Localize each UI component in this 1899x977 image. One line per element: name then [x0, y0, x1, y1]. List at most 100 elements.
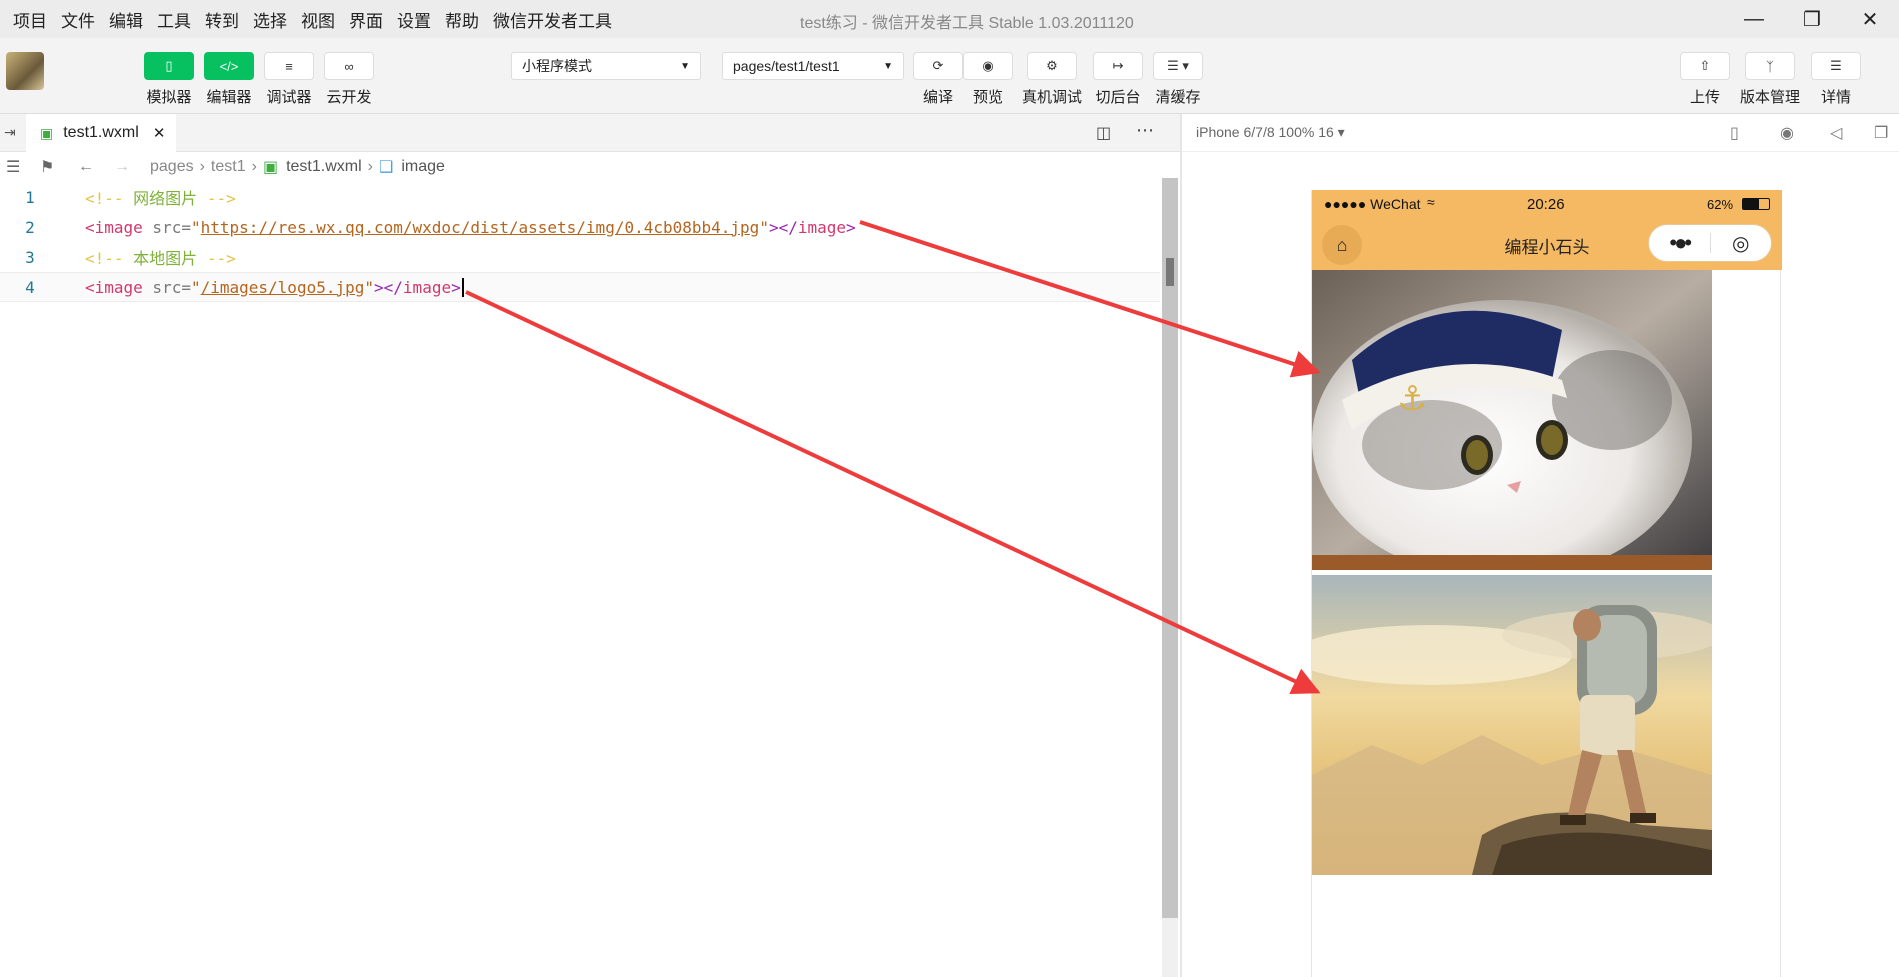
local-image: [1312, 575, 1712, 875]
editor-scrollbar-thumb[interactable]: [1162, 178, 1178, 918]
menu-item-5[interactable]: 选择: [246, 7, 294, 32]
menu-item-2[interactable]: 编辑: [102, 7, 150, 32]
carrier: ●●●●● WeChat: [1324, 196, 1421, 212]
menu-item-3[interactable]: 工具: [150, 7, 198, 32]
close-icon[interactable]: ✕: [1841, 0, 1899, 38]
svg-text:⚓: ⚓: [1397, 379, 1427, 419]
url-local: /images/logo5.jpg: [200, 277, 365, 297]
preview-button[interactable]: ◉ 预览: [962, 52, 1014, 107]
eye-icon: ◉: [963, 52, 1013, 80]
chevron-right-icon: ›: [367, 158, 373, 175]
phone-icon: ▯: [144, 52, 194, 80]
back-icon[interactable]: ←: [78, 158, 114, 176]
cloud-button[interactable]: ∞ 云开发: [323, 52, 375, 107]
outline-icon[interactable]: ☰: [0, 157, 40, 177]
menu-list: 项目 文件 编辑 工具 转到 选择 视图 界面 设置 帮助 微信开发者工具: [0, 7, 619, 32]
window-controls: — ❐ ✕: [1725, 0, 1899, 38]
upload-button[interactable]: ⇧ 上传: [1679, 52, 1731, 107]
nav-bar: ⌂ 编程小石头 •●• ◎: [1312, 218, 1782, 270]
details-button[interactable]: ☰ 详情: [1810, 52, 1862, 107]
menu-item-7[interactable]: 界面: [342, 7, 390, 32]
wifi-icon: ≈: [1427, 194, 1435, 210]
capsule-menu: •●• ◎: [1648, 224, 1772, 262]
version-button[interactable]: ᛉ 版本管理: [1740, 52, 1800, 107]
upload-icon: ⇧: [1680, 52, 1730, 80]
forward-icon[interactable]: →: [114, 158, 150, 176]
close-tab-icon[interactable]: ✕: [153, 124, 166, 142]
popout-icon[interactable]: ❐: [1874, 123, 1888, 143]
dropdown-icon: ▼: [680, 60, 690, 72]
simulator-header: iPhone 6/7/8 100% 16 ▾ ▯ ◉ ◁ ❐: [1182, 114, 1899, 152]
split-editor-icon[interactable]: ◫: [1096, 123, 1111, 143]
real-debug-button[interactable]: ⚙ 真机调试: [1022, 52, 1082, 107]
window-title: test练习 - 微信开发者工具 Stable 1.03.2011120: [800, 15, 1134, 32]
editor-button[interactable]: </> 编辑器: [203, 52, 255, 107]
clear-cache-button[interactable]: ☰ ▾ 清缓存: [1152, 52, 1204, 107]
menu-item-4[interactable]: 转到: [198, 7, 246, 32]
clock: 20:26: [1527, 196, 1565, 213]
cloud-icon: ∞: [324, 52, 374, 80]
collapse-icon[interactable]: ⇥: [4, 124, 16, 141]
comment: <!-- 网络图片 -->: [85, 189, 236, 208]
remote-image: ⚓: [1312, 270, 1712, 570]
close-circle-icon[interactable]: ◎: [1711, 231, 1772, 256]
volume-icon[interactable]: ◁: [1830, 123, 1842, 143]
breadcrumb-image[interactable]: image: [401, 158, 445, 176]
menu-item-6[interactable]: 视图: [294, 7, 342, 32]
chevron-right-icon: ›: [251, 158, 257, 175]
mode-select[interactable]: 小程序模式 ▼: [511, 52, 701, 80]
background-button[interactable]: ↦ 切后台: [1092, 52, 1144, 107]
phone-icon[interactable]: ▯: [1730, 123, 1739, 143]
image-tag-remote: <image src="https://res.wx.qq.com/wxdoc/…: [85, 217, 856, 237]
menu-item-9[interactable]: 帮助: [438, 7, 486, 32]
record-icon[interactable]: ◉: [1780, 123, 1794, 143]
url-remote: https://res.wx.qq.com/wxdoc/dist/assets/…: [200, 217, 760, 237]
compile-button[interactable]: ⟳ 编译: [912, 52, 964, 107]
menu-bar: 项目 文件 编辑 工具 转到 选择 视图 界面 设置 帮助 微信开发者工具 test练习 - 微信开…: [0, 0, 1899, 38]
comment: <!-- 本地图片 -->: [85, 249, 236, 268]
scroll-position-marker: [1166, 258, 1174, 286]
maximize-icon[interactable]: ❐: [1783, 0, 1841, 38]
cube-icon: ❑: [378, 159, 394, 176]
menu-item-8[interactable]: 设置: [390, 7, 438, 32]
battery-level: 62%: [1707, 197, 1734, 212]
status-bar: ●●●●● WeChat ≈ 20:26 62%: [1312, 190, 1782, 218]
breadcrumb-test1[interactable]: test1: [211, 158, 246, 176]
dropdown-icon: ▼: [883, 60, 893, 72]
bug-icon: ⚙: [1027, 52, 1077, 80]
device-select[interactable]: iPhone 6/7/8 100% 16 ▾: [1196, 124, 1345, 141]
phone-screen: ●●●●● WeChat ≈ 20:26 62% ⌂ 编程小石头 •●• ◎ ⚓: [1311, 190, 1782, 977]
more-icon[interactable]: ⋯: [1136, 120, 1154, 141]
toolbar: ▯ 模拟器 </> 编辑器 ≡ 调试器 ∞ 云开发 小程序模式 ▼ pages/…: [0, 38, 1899, 114]
breadcrumb-file[interactable]: test1.wxml: [286, 158, 362, 176]
breadcrumb: ☰ ⚑ ← → pages › test1 › ▣ test1.wxml › ❑…: [0, 152, 1160, 182]
chevron-right-icon: ›: [199, 158, 205, 175]
avatar[interactable]: [6, 52, 44, 90]
code-editor[interactable]: 1 <!-- 网络图片 --> 2 <image src="https://re…: [0, 182, 1160, 977]
code-line: 2 <image src="https://res.wx.qq.com/wxdo…: [25, 217, 856, 237]
image-tag-local: <image src="/images/logo5.jpg"></image>​: [85, 277, 464, 297]
minimize-icon[interactable]: —: [1725, 0, 1783, 38]
menu-item-0[interactable]: 项目: [6, 7, 54, 32]
tab-test1-wxml[interactable]: ▣ test1.wxml ✕: [26, 114, 176, 152]
file-icon: ▣: [40, 124, 54, 141]
switch-icon: ↦: [1093, 52, 1143, 80]
simulator-button[interactable]: ▯ 模拟器: [143, 52, 195, 107]
sliders-icon: ≡: [264, 52, 314, 80]
battery-icon: [1742, 198, 1770, 210]
refresh-icon: ⟳: [913, 52, 963, 80]
debugger-button[interactable]: ≡ 调试器: [263, 52, 315, 107]
more-dots-icon[interactable]: •●•: [1649, 232, 1710, 254]
breadcrumb-pages[interactable]: pages: [150, 158, 194, 176]
panel-divider[interactable]: [1180, 114, 1182, 977]
editor-tab-bar: ⇥ ▣ test1.wxml ✕ ◫ ⋯: [0, 114, 1180, 152]
bookmark-icon[interactable]: ⚑: [40, 157, 78, 177]
page-select[interactable]: pages/test1/test1 ▼: [722, 52, 904, 80]
branch-icon: ᛉ: [1745, 52, 1795, 80]
code-line: 3 <!-- 本地图片 -->: [0, 242, 1160, 272]
code-icon: </>: [204, 52, 254, 80]
menu-item-10[interactable]: 微信开发者工具: [486, 7, 619, 32]
menu-item-1[interactable]: 文件: [54, 7, 102, 32]
layers-icon: ☰ ▾: [1153, 52, 1203, 80]
menu-icon: ☰: [1811, 52, 1861, 80]
